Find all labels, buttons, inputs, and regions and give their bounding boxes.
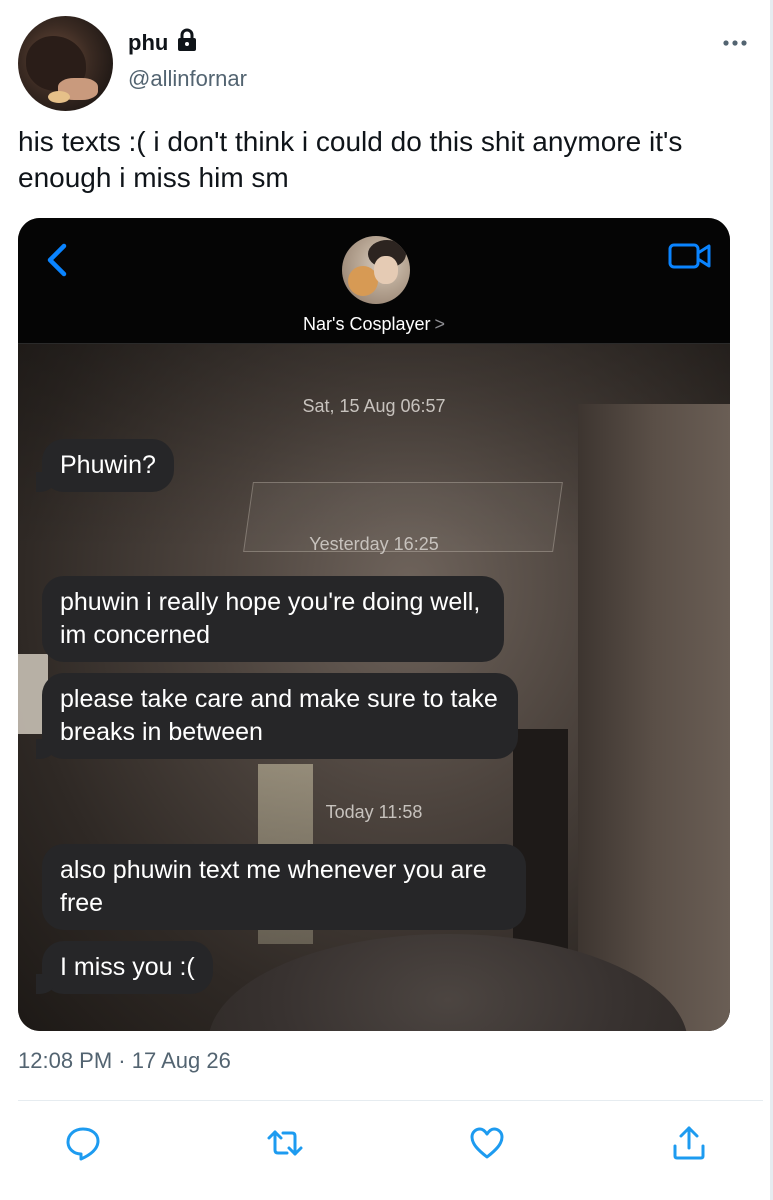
- share-icon[interactable]: [670, 1124, 708, 1162]
- chevron-right-icon: >: [434, 314, 445, 334]
- retweet-icon[interactable]: [266, 1124, 304, 1162]
- message-bubble[interactable]: also phuwin text me whenever you are fre…: [42, 844, 526, 930]
- heart-icon[interactable]: [468, 1124, 506, 1162]
- tweet-timestamp[interactable]: 12:08 PM · 17 Aug 26: [18, 1048, 231, 1074]
- divider: [18, 1100, 763, 1101]
- video-camera-icon[interactable]: [668, 242, 712, 270]
- tweet-media-image[interactable]: Nar's Cosplayer > Sat, 15 Aug 06:57 Phuwi…: [18, 218, 730, 1031]
- tweet-text: his texts :( i don't think i could do th…: [18, 126, 683, 193]
- message-timestamp: Today 11:58: [325, 802, 423, 822]
- message-timestamp: Yesterday 16:25: [309, 534, 439, 554]
- message-bubble[interactable]: Phuwin?: [36, 439, 174, 492]
- tweet: phu @allinfornar his texts :( i don't th…: [0, 0, 773, 1200]
- message-bubble[interactable]: I miss you :(: [36, 941, 213, 994]
- contact-name[interactable]: Nar's Cosplayer >: [18, 314, 730, 335]
- display-name[interactable]: phu: [128, 30, 168, 56]
- message-bubble[interactable]: phuwin i really hope you're doing well, …: [42, 576, 504, 662]
- conversation-area: Sat, 15 Aug 06:57 Phuwin? Yesterday 16:2…: [18, 344, 730, 1031]
- contact-avatar[interactable]: [342, 236, 410, 304]
- reply-icon[interactable]: [64, 1124, 102, 1162]
- user-handle[interactable]: @allinfornar: [128, 66, 247, 92]
- more-icon[interactable]: [722, 36, 748, 50]
- back-icon[interactable]: [44, 242, 70, 278]
- message-header: Nar's Cosplayer >: [18, 218, 730, 344]
- lock-icon: [178, 28, 196, 51]
- message-timestamp: Sat, 15 Aug 06:57: [302, 396, 446, 416]
- message-bubble[interactable]: please take care and make sure to take b…: [36, 673, 518, 759]
- user-avatar[interactable]: [18, 16, 113, 111]
